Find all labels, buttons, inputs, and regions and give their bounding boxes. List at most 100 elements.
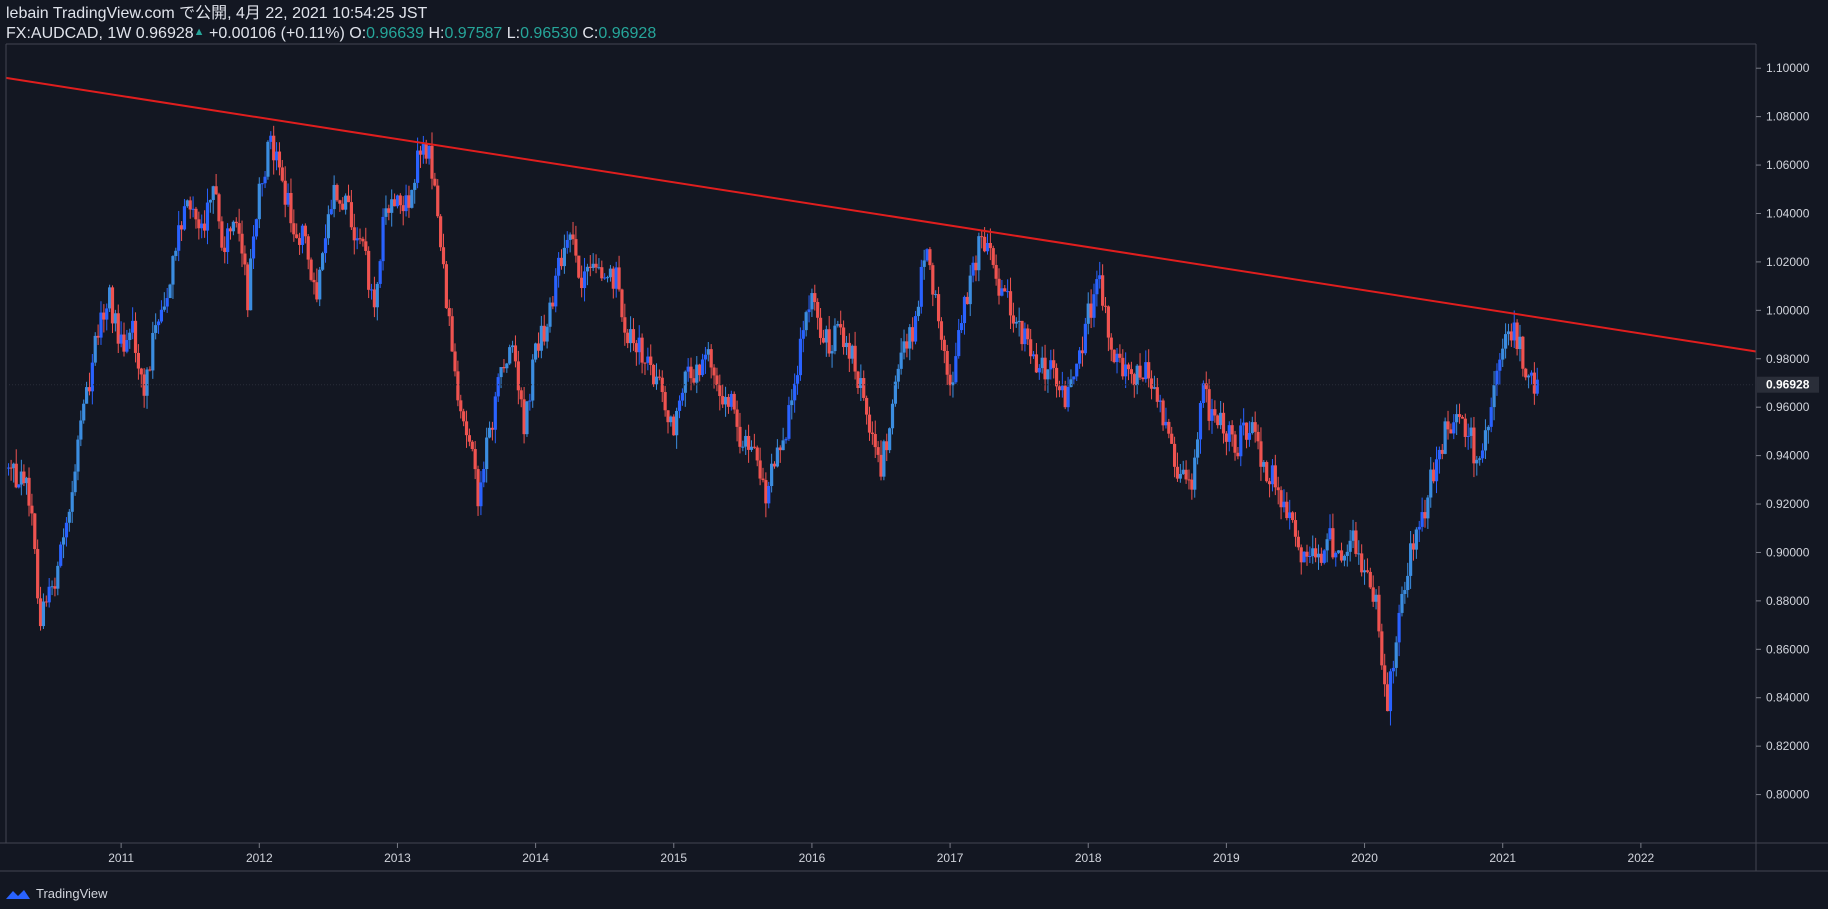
candle-body <box>84 387 89 404</box>
candle-body <box>689 366 693 379</box>
candle-body <box>988 242 992 249</box>
price-chart[interactable]: 1.10000 1.08000 1.06000 1.04000 1.02000 1.000… <box>0 0 1828 909</box>
axes: 1.10000 1.08000 1.06000 1.04000 1.02000 1.000… <box>0 43 1828 872</box>
candle-body <box>942 339 946 351</box>
candle-body <box>916 306 921 317</box>
candle-body <box>355 238 359 241</box>
candle-body <box>384 208 388 217</box>
candlestick-series <box>6 125 1539 726</box>
candle-body <box>1455 414 1459 423</box>
candle-body <box>1089 303 1093 318</box>
candle-body <box>844 342 849 348</box>
candle-body <box>1383 665 1387 685</box>
candle-body <box>856 371 860 389</box>
candle-body <box>64 522 69 538</box>
candle-body <box>801 330 805 339</box>
candle-body <box>1164 421 1168 426</box>
y-tick-label: 0.84000 <box>1766 691 1810 705</box>
y-tick-label: 1.10000 <box>1766 61 1810 75</box>
candle-body <box>292 223 296 235</box>
candle-body <box>1259 441 1263 467</box>
candle-body <box>367 250 371 290</box>
candle-body <box>358 238 362 240</box>
y-tick-label: 0.88000 <box>1766 594 1810 608</box>
candle-body <box>1512 322 1516 341</box>
candle-body <box>119 334 123 344</box>
candle-body <box>1132 374 1136 386</box>
candle-body <box>643 362 647 364</box>
candle-body <box>67 511 71 523</box>
candle-body <box>1144 362 1148 380</box>
candle-body <box>784 438 788 441</box>
candle-body <box>1311 548 1315 557</box>
candle-body <box>1190 479 1194 490</box>
candle-body <box>217 194 221 222</box>
candle-body <box>332 184 336 210</box>
candle-body <box>580 277 584 289</box>
candle-body <box>1368 571 1372 588</box>
candle-body <box>1478 458 1482 460</box>
candle-body <box>738 426 742 447</box>
candle-body <box>162 306 166 310</box>
candle-body <box>531 359 535 401</box>
candle-body <box>1250 422 1254 434</box>
candle-body <box>873 434 877 448</box>
candle-body <box>1334 552 1338 558</box>
candle-body <box>254 219 259 237</box>
candle-body <box>585 266 590 272</box>
x-tick-label: 2014 <box>522 851 549 865</box>
candle-body <box>1138 365 1142 378</box>
candle-body <box>456 371 460 401</box>
candle-body <box>208 199 212 203</box>
candle-body <box>1129 369 1134 375</box>
candle-body <box>1452 422 1456 434</box>
candle-body <box>666 410 670 423</box>
candle-body <box>1247 433 1252 440</box>
candle-body <box>194 208 198 220</box>
candle-body <box>251 236 256 259</box>
candle-body <box>554 275 558 307</box>
candle-body <box>744 435 748 447</box>
candle-body <box>191 208 195 210</box>
candle-body <box>1020 320 1024 345</box>
x-tick-label: 2018 <box>1075 851 1102 865</box>
candle-body <box>1391 667 1395 672</box>
candle-body <box>105 308 109 320</box>
current-price-tag-label: 0.96928 <box>1766 378 1810 392</box>
candle-body <box>1279 490 1283 508</box>
resistance-trendline[interactable] <box>5 76 1757 353</box>
candle-body <box>1187 479 1191 481</box>
candle-body <box>557 257 561 276</box>
candle-body <box>93 335 97 363</box>
candle-body <box>577 255 581 278</box>
candle-body <box>870 432 874 435</box>
candle-body <box>804 312 808 331</box>
candle-body <box>637 337 641 353</box>
candle-body <box>1469 427 1473 436</box>
candle-body <box>303 225 307 237</box>
candle-body <box>983 236 987 252</box>
candle-body <box>53 586 57 589</box>
candle-body <box>70 492 74 512</box>
candle-body <box>387 208 391 213</box>
candle-body <box>56 565 60 589</box>
y-tick-label: 0.94000 <box>1766 449 1810 463</box>
candle-body <box>911 327 915 342</box>
candle-body <box>427 145 431 159</box>
x-tick-label: 2019 <box>1213 851 1240 865</box>
candle-body <box>266 141 270 177</box>
candle-body <box>1236 452 1240 457</box>
candle-body <box>38 598 43 627</box>
y-tick-label: 0.80000 <box>1766 788 1810 802</box>
candle-body <box>997 278 1001 296</box>
candle-body <box>876 447 880 455</box>
candle-body <box>128 332 132 341</box>
candle-body <box>249 258 253 311</box>
candle-body <box>476 469 480 507</box>
candle-body <box>1158 400 1162 402</box>
candle-body <box>965 296 969 305</box>
y-tick-label: 1.04000 <box>1766 206 1810 220</box>
candle-body <box>165 298 169 307</box>
y-tick-label: 1.06000 <box>1766 158 1810 172</box>
candle-body <box>795 375 800 384</box>
